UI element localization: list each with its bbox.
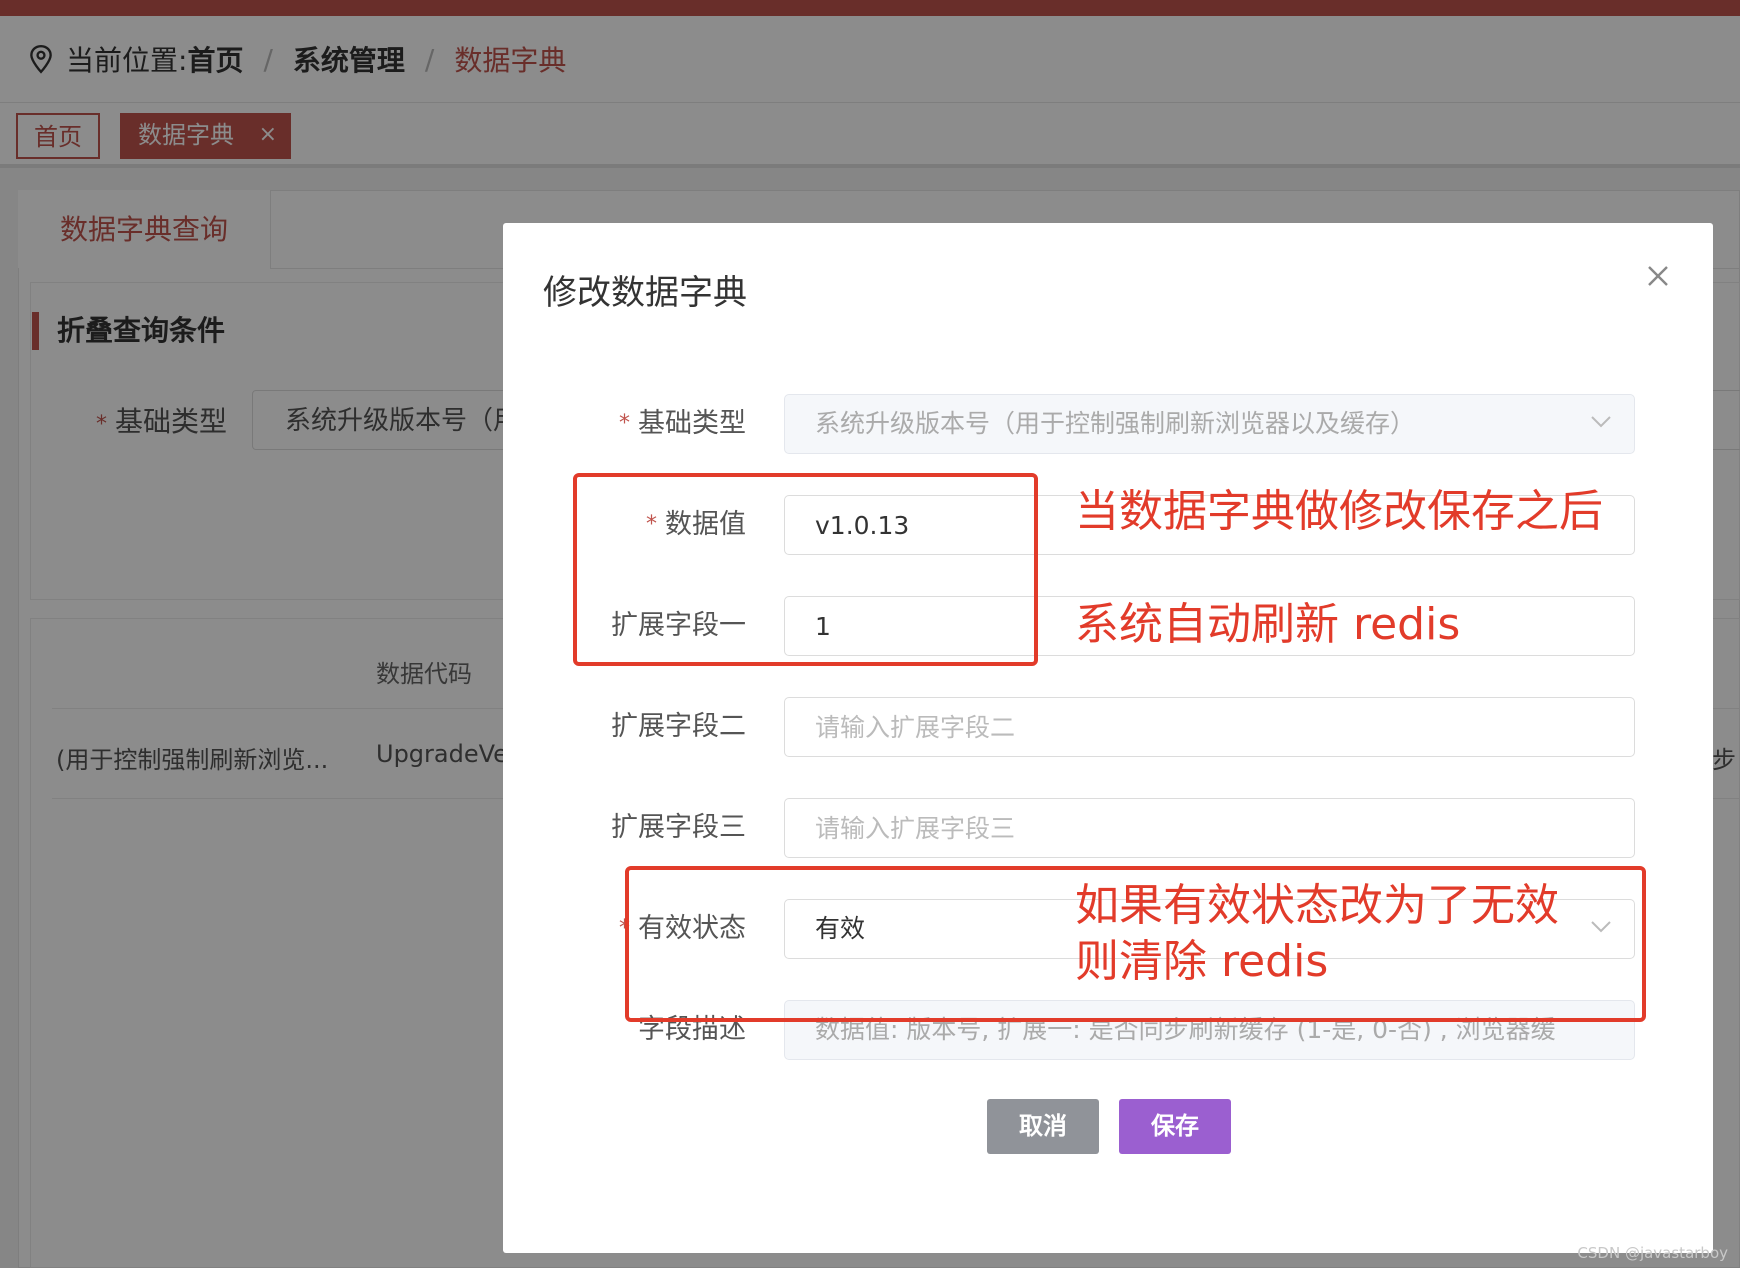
- modal-title: 修改数据字典: [543, 273, 747, 313]
- ext3-input[interactable]: [784, 798, 1635, 858]
- edit-dictionary-modal: 修改数据字典 * 基础类型 系统升级版本号（用于控制强制刷新浏览器以及缓存） * 数…: [503, 223, 1713, 1253]
- annotation-text: 当数据字典做修改保存之后: [1075, 486, 1603, 537]
- field-row-ext3: 扩展字段三: [503, 798, 1713, 858]
- ext2-input[interactable]: [784, 697, 1635, 757]
- field-row-ext2: 扩展字段二: [503, 697, 1713, 757]
- save-button[interactable]: 保存: [1119, 1099, 1231, 1154]
- annotation-text: 系统自动刷新 redis: [1075, 599, 1461, 650]
- ext2-label: 扩展字段二: [611, 711, 746, 742]
- annotation-text: 则清除 redis: [1075, 936, 1329, 987]
- close-icon[interactable]: [1641, 259, 1675, 293]
- annotation-text: 如果有效状态改为了无效: [1075, 880, 1559, 931]
- base-type-select[interactable]: 系统升级版本号（用于控制强制刷新浏览器以及缓存）: [784, 394, 1635, 454]
- cancel-button[interactable]: 取消: [987, 1099, 1099, 1154]
- ext3-label: 扩展字段三: [611, 812, 746, 843]
- base-type-label: * 基础类型: [619, 408, 746, 439]
- annotation-box-top: [573, 473, 1038, 666]
- chevron-down-icon: [1591, 416, 1611, 428]
- watermark: CSDN @javastarboy: [1577, 1244, 1728, 1262]
- field-row-base-type: * 基础类型 系统升级版本号（用于控制强制刷新浏览器以及缓存）: [503, 394, 1713, 454]
